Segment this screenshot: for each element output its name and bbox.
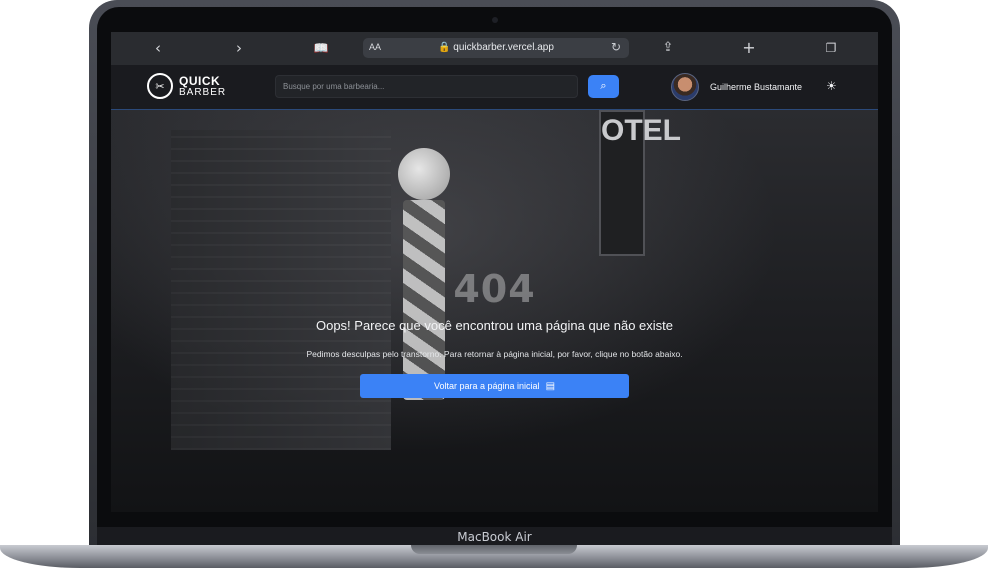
new-tab-button[interactable]: + bbox=[738, 38, 760, 58]
chevron-right-icon: › bbox=[236, 39, 242, 57]
chevron-left-icon: ‹ bbox=[155, 39, 161, 57]
plus-icon: + bbox=[742, 38, 756, 57]
user-name[interactable]: Guilherme Bustamante bbox=[710, 82, 802, 92]
camera bbox=[492, 17, 498, 23]
device-label: MacBook Air bbox=[457, 530, 532, 544]
scissors-icon: ✂ bbox=[155, 80, 165, 93]
tabs-overview-button[interactable]: ❐ bbox=[820, 38, 842, 58]
logo-icon[interactable]: ✂ bbox=[147, 73, 173, 99]
search-button[interactable]: ⌕ bbox=[588, 75, 619, 98]
address-bar[interactable]: AA 🔒 quickbarber.vercel.app ↻ bbox=[363, 38, 629, 58]
error-code: 404 bbox=[453, 267, 536, 311]
logo-text-barber[interactable]: BARBER bbox=[179, 87, 226, 98]
url-text: 🔒 quickbarber.vercel.app bbox=[438, 42, 554, 53]
book-icon: 📖 bbox=[313, 41, 329, 55]
safari-toolbar: ‹ › 📖 AA 🔒 quickbarber.vercel.app ↻ ⇪ + … bbox=[111, 32, 878, 66]
browser-screen: ‹ › 📖 AA 🔒 quickbarber.vercel.app ↻ ⇪ + … bbox=[111, 32, 878, 512]
tabs-icon: ❐ bbox=[825, 41, 837, 55]
forward-button[interactable]: › bbox=[228, 38, 250, 58]
sun-icon[interactable]: ☀ bbox=[826, 79, 837, 93]
reload-icon[interactable]: ↻ bbox=[611, 40, 621, 54]
share-icon: ⇪ bbox=[662, 40, 674, 55]
site-header: ✂ QUICK BARBER Busque por uma barbearia.… bbox=[111, 65, 878, 110]
laptop-notch bbox=[411, 545, 577, 554]
back-home-button[interactable]: Voltar para a página inicial ▤ bbox=[360, 374, 629, 398]
search-icon: ⌕ bbox=[600, 80, 607, 92]
avatar[interactable] bbox=[671, 73, 699, 101]
calendar-icon: ▤ bbox=[545, 380, 556, 392]
background-image: OTEL 404 Oops! Parece que você encontrou… bbox=[111, 110, 878, 512]
back-home-label: Voltar para a página inicial bbox=[433, 381, 540, 391]
error-content: 404 Oops! Parece que você encontrou uma … bbox=[111, 268, 878, 398]
error-title: Oops! Parece que você encontrou uma pági… bbox=[315, 318, 674, 333]
back-button[interactable]: ‹ bbox=[147, 38, 169, 58]
error-subtitle: Pedimos desculpas pelo transtorno. Para … bbox=[306, 349, 683, 359]
background-sign: OTEL bbox=[599, 110, 681, 256]
logo-text-quick[interactable]: QUICK bbox=[179, 74, 220, 88]
search-input[interactable]: Busque por uma barbearia... bbox=[275, 75, 578, 98]
barber-pole-globe bbox=[398, 148, 450, 200]
share-button[interactable]: ⇪ bbox=[657, 38, 679, 58]
reader-button[interactable]: 📖 bbox=[310, 38, 332, 58]
